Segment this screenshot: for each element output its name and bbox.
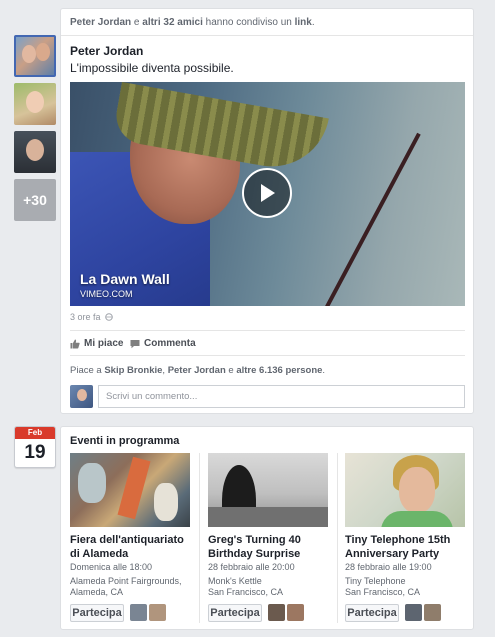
- comment-icon: [130, 339, 140, 348]
- video-source: VIMEO.COM: [80, 289, 133, 299]
- header-end: .: [311, 17, 315, 28]
- event-guest-avatar-antiques-1: [130, 604, 147, 621]
- story-header: Peter Jordan e altri 32 amici hanno cond…: [70, 17, 466, 28]
- header-connector: e: [133, 17, 140, 28]
- timestamp-text: 3 ore fa: [70, 312, 101, 322]
- play-button[interactable]: [242, 168, 292, 218]
- friend-avatar-1-face: [22, 45, 36, 63]
- calendar-day: 19: [24, 442, 46, 463]
- event-title-telephone[interactable]: Tiny Telephone 15th Anniversary Party: [345, 533, 469, 561]
- comment-label: Commenta: [144, 338, 196, 349]
- events-card: Eventi in programma Fiera dell'antiquari…: [60, 426, 474, 630]
- author-name[interactable]: Peter Jordan: [70, 44, 143, 58]
- calendar-month: Feb: [15, 427, 55, 439]
- likes-end: .: [322, 365, 326, 376]
- likes-connector: e: [228, 365, 234, 376]
- header-friends-link[interactable]: altri 32 amici: [142, 17, 203, 28]
- event-guest-avatar-telephone-2: [424, 604, 441, 621]
- commenter-avatar: [70, 385, 93, 408]
- event-date-telephone: 28 febbraio alle 19:00: [345, 562, 432, 572]
- event-guest-avatar-birthday-1: [268, 604, 285, 621]
- video-rope: [323, 132, 421, 306]
- likes-sep: ,: [162, 365, 166, 376]
- comment-input-placeholder: Scrivi un commento...: [106, 391, 198, 402]
- like-label: Mi piace: [84, 338, 124, 349]
- join-button-antiques[interactable]: Partecipa: [70, 604, 124, 622]
- event-image-telephone-face: [399, 467, 435, 513]
- friend-avatar-1[interactable]: [14, 35, 56, 77]
- event-image-antiques-item-1: [78, 463, 106, 503]
- play-icon: [261, 184, 275, 202]
- header-name-link[interactable]: Peter Jordan: [70, 17, 131, 28]
- event-city-birthday: San Francisco, CA: [208, 587, 284, 597]
- liker-2-link[interactable]: Peter Jordan: [168, 365, 226, 376]
- likes-summary: Piace a Skip Bronkie, Peter Jordan e alt…: [70, 365, 325, 376]
- like-button[interactable]: Mi piace: [70, 338, 123, 349]
- event-guest-avatar-antiques-2: [149, 604, 166, 621]
- comment-button[interactable]: Commenta: [130, 338, 196, 349]
- event-date-birthday: 28 febbraio alle 20:00: [208, 562, 295, 572]
- event-image-antiques-item-2: [117, 456, 151, 520]
- post-timestamp[interactable]: 3 ore fa: [70, 312, 113, 322]
- event-image-telephone[interactable]: [345, 453, 465, 527]
- likes-divider: [70, 355, 465, 356]
- event-place-antiques[interactable]: Alameda Point Fairgrounds,: [70, 576, 182, 586]
- header-verb: hanno condiviso un: [205, 17, 292, 28]
- event-divider-2: [337, 453, 338, 623]
- event-title-antiques[interactable]: Fiera dell'antiquariato di Alameda: [70, 533, 194, 561]
- friend-avatar-3-face: [26, 139, 44, 161]
- join-button-birthday[interactable]: Partecipa: [208, 604, 262, 622]
- video-title: La Dawn Wall: [80, 271, 170, 287]
- event-image-birthday[interactable]: [208, 453, 328, 527]
- header-object-link[interactable]: link: [295, 17, 312, 28]
- video-thumbnail[interactable]: La Dawn Wall VIMEO.COM: [70, 82, 465, 306]
- globe-icon: [104, 313, 113, 321]
- event-city-antiques: Alameda, CA: [70, 587, 124, 597]
- event-divider-1: [199, 453, 200, 623]
- join-button-telephone[interactable]: Partecipa: [345, 604, 399, 622]
- story-card: Peter Jordan e altri 32 amici hanno cond…: [60, 8, 474, 414]
- likes-prefix: Piace a: [70, 365, 102, 376]
- friend-avatar-3[interactable]: [14, 131, 56, 173]
- event-guest-avatar-telephone-1: [405, 604, 422, 621]
- friend-avatar-2[interactable]: [14, 83, 56, 125]
- event-title-birthday[interactable]: Greg's Turning 40 Birthday Surprise: [208, 533, 332, 561]
- more-friends-count[interactable]: +30: [14, 179, 56, 221]
- event-place-telephone[interactable]: Tiny Telephone: [345, 576, 406, 586]
- event-image-antiques-item-3: [154, 483, 178, 521]
- comment-input[interactable]: Scrivi un commento...: [98, 385, 465, 408]
- event-guest-avatar-birthday-2: [287, 604, 304, 621]
- friend-avatar-1-face-2: [36, 43, 50, 61]
- event-date-antiques: Domenica alle 18:00: [70, 562, 153, 572]
- event-image-birthday-skyline: [208, 507, 328, 527]
- events-title: Eventi in programma: [70, 435, 180, 447]
- likers-others-link[interactable]: altre 6.136 persone: [236, 365, 322, 376]
- commenter-avatar-face: [77, 389, 87, 401]
- event-place-birthday[interactable]: Monk's Kettle: [208, 576, 262, 586]
- calendar-icon: Feb 19: [14, 426, 56, 468]
- liker-1-link[interactable]: Skip Bronkie: [104, 365, 162, 376]
- post-text: L'impossibile diventa possibile.: [70, 61, 234, 75]
- event-city-telephone: San Francisco, CA: [345, 587, 421, 597]
- friend-avatar-2-face: [26, 91, 44, 113]
- header-divider: [61, 35, 473, 36]
- thumbs-up-icon: [70, 339, 80, 348]
- actions-divider: [70, 330, 465, 331]
- event-image-antiques[interactable]: [70, 453, 190, 527]
- event-image-telephone-shirt: [381, 511, 453, 527]
